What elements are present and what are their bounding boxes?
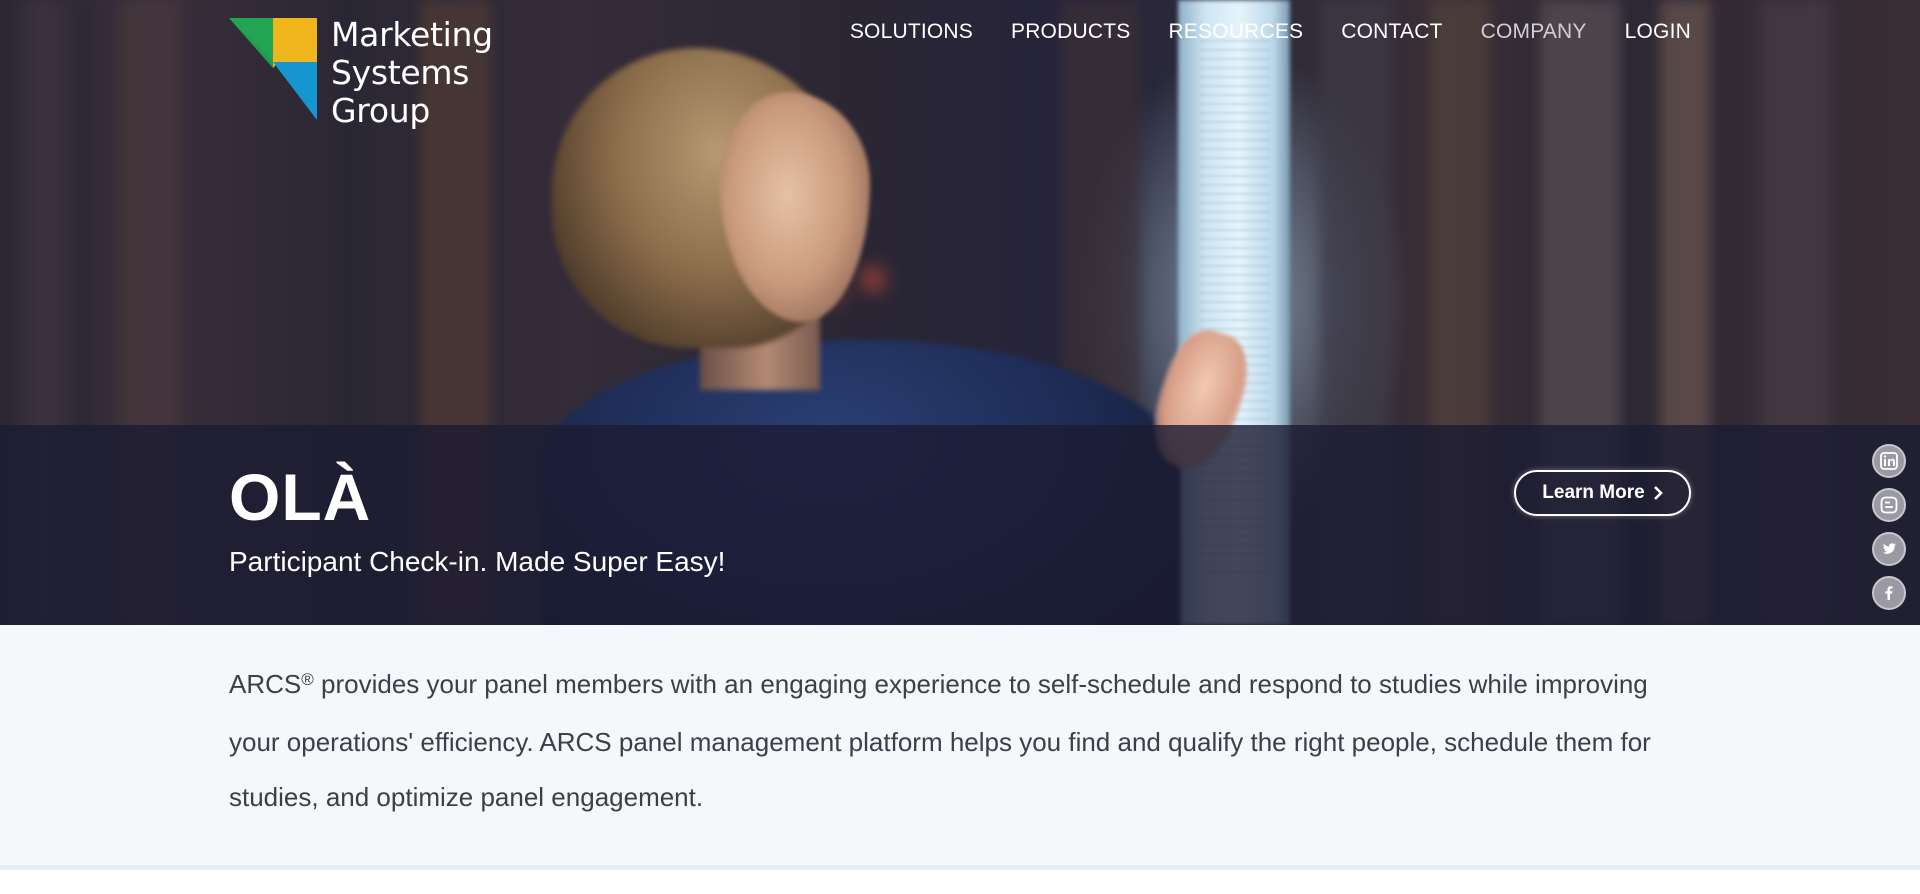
logo[interactable]: Marketing Systems Group <box>229 16 529 130</box>
intro-section: ARCS® provides your panel members with a… <box>0 625 1920 865</box>
blogger-icon <box>1880 496 1898 514</box>
nav-item-solutions[interactable]: SOLUTIONS <box>850 20 973 44</box>
facebook-link[interactable] <box>1872 576 1906 610</box>
facebook-icon <box>1885 586 1893 600</box>
linkedin-link[interactable] <box>1872 444 1906 478</box>
social-links <box>1872 444 1908 620</box>
chevron-right-icon <box>1653 486 1663 500</box>
nav-item-company[interactable]: COMPANY <box>1481 20 1587 44</box>
intro-paragraph: ARCS® provides your panel members with a… <box>229 657 1669 825</box>
main-nav: SOLUTIONS PRODUCTS RESOURCES CONTACT COM… <box>850 20 1691 44</box>
blogger-link[interactable] <box>1872 488 1906 522</box>
twitter-icon <box>1883 543 1896 554</box>
logo-wordmark: Marketing Systems Group <box>331 16 493 130</box>
hero-subtitle: Participant Check-in. Made Super Easy! <box>229 546 726 577</box>
intro-body: provides your panel members with an enga… <box>229 669 1651 812</box>
logo-mark-icon <box>229 18 317 120</box>
logo-line: Marketing <box>331 15 493 54</box>
section-divider <box>0 865 1920 870</box>
logo-line: Systems <box>331 53 470 92</box>
linkedin-icon <box>1880 452 1898 470</box>
learn-more-button[interactable]: Learn More <box>1514 470 1691 516</box>
logo-line: Group <box>331 91 430 130</box>
nav-item-products[interactable]: PRODUCTS <box>1011 20 1130 44</box>
hero-title: OLÀ <box>229 460 372 534</box>
nav-item-resources[interactable]: RESOURCES <box>1168 20 1303 44</box>
nav-item-contact[interactable]: CONTACT <box>1341 20 1442 44</box>
intro-brand: ARCS <box>229 669 302 699</box>
twitter-link[interactable] <box>1872 532 1906 566</box>
registered-mark: ® <box>301 670 314 689</box>
background-light <box>864 270 882 288</box>
nav-item-login[interactable]: LOGIN <box>1625 20 1691 44</box>
learn-more-label: Learn More <box>1542 482 1645 503</box>
